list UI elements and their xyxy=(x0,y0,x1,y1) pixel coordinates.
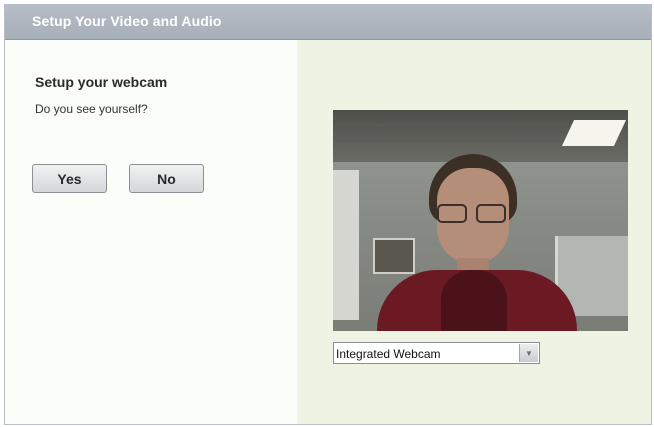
video-door xyxy=(333,170,359,320)
hoodie-opening xyxy=(441,270,507,331)
camera-select[interactable]: Integrated Webcam ▼ xyxy=(333,342,540,364)
preview-pane: Integrated Webcam ▼ xyxy=(297,40,651,424)
setup-dialog: Setup Your Video and Audio Setup your we… xyxy=(4,4,652,425)
ceiling-light xyxy=(561,120,627,146)
webcam-preview xyxy=(333,110,628,331)
dialog-titlebar[interactable]: Setup Your Video and Audio xyxy=(5,5,651,40)
no-button[interactable]: No xyxy=(129,164,204,193)
chevron-down-icon[interactable]: ▼ xyxy=(519,344,538,362)
yes-button[interactable]: Yes xyxy=(32,164,107,193)
glasses-right xyxy=(476,204,506,223)
prompt-text: Do you see yourself? xyxy=(35,102,148,116)
camera-select-value: Integrated Webcam xyxy=(336,347,441,361)
glasses-left xyxy=(437,204,467,223)
instructions-pane: Setup your webcam Do you see yourself? Y… xyxy=(5,40,297,424)
section-heading: Setup your webcam xyxy=(35,74,168,90)
video-poster xyxy=(373,238,415,274)
dialog-title: Setup Your Video and Audio xyxy=(32,13,222,29)
